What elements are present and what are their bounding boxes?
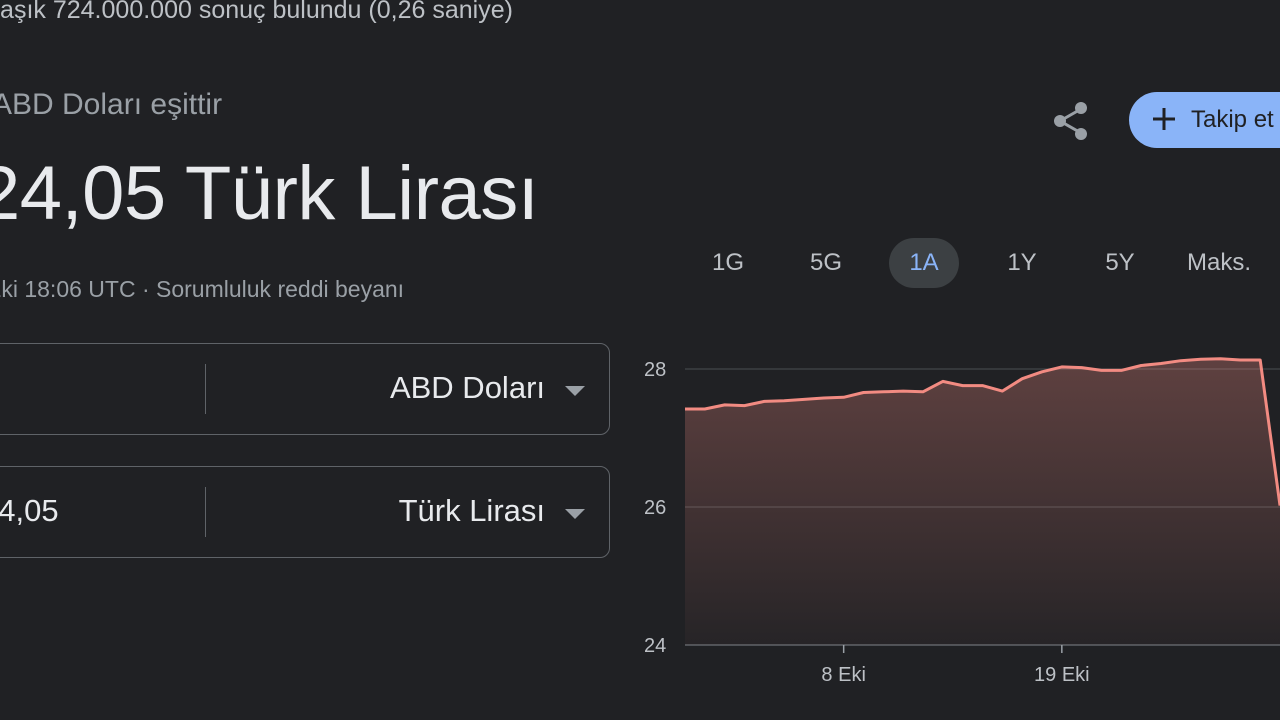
- tab-1g[interactable]: 1G: [693, 238, 763, 288]
- disclaimer-link[interactable]: Sorumluluk reddi beyanı: [156, 276, 404, 302]
- x-tick-label: 8 Eki: [821, 664, 865, 686]
- timestamp: Eki 18:06 UTC: [0, 276, 136, 302]
- tab-5g[interactable]: 5G: [791, 238, 861, 288]
- conversion-subtitle: ABD Doları eşittir: [0, 88, 223, 121]
- tab-1a[interactable]: 1A: [889, 238, 959, 288]
- from-currency-select[interactable]: ABD Doları: [390, 370, 545, 406]
- share-icon: [1054, 102, 1087, 140]
- plus-icon: [1153, 108, 1175, 130]
- divider: [205, 487, 206, 537]
- to-currency-select[interactable]: Türk Lirası: [399, 493, 545, 529]
- chevron-down-icon[interactable]: [565, 386, 585, 396]
- timestamp-line: Eki 18:06 UTC · Sorumluluk reddi beyanı: [0, 276, 404, 303]
- chevron-down-icon[interactable]: [565, 509, 585, 519]
- results-count: klaşık 724.000.000 sonuç bulundu (0,26 s…: [0, 0, 513, 24]
- y-tick-label: 24: [644, 635, 666, 657]
- exchange-rate-chart[interactable]: 28 26 24 8 Eki 19 Eki: [630, 330, 1280, 700]
- tab-5y[interactable]: 5Y: [1085, 238, 1155, 288]
- tab-1y[interactable]: 1Y: [987, 238, 1057, 288]
- follow-label: Takip et: [1191, 106, 1274, 133]
- conversion-rate: 24,05 Türk Lirası: [0, 151, 539, 236]
- y-tick-label: 26: [644, 497, 666, 519]
- from-currency-row: ABD Doları: [0, 343, 610, 435]
- divider: [205, 364, 206, 414]
- separator: ·: [135, 276, 157, 302]
- follow-button[interactable]: Takip et: [1129, 92, 1280, 148]
- tab-maks[interactable]: Maks.: [1183, 238, 1255, 288]
- y-tick-label: 28: [644, 359, 666, 381]
- to-amount-input[interactable]: 24,05: [0, 493, 59, 529]
- share-button[interactable]: [1046, 96, 1096, 146]
- x-tick-label: 19 Eki: [1034, 664, 1090, 686]
- to-currency-row: 24,05 Türk Lirası: [0, 466, 610, 558]
